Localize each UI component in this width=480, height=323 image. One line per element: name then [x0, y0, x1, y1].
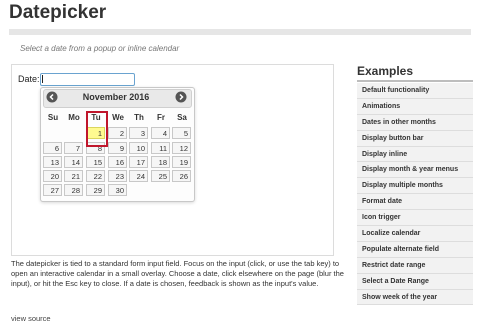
calendar-day[interactable]: 11 — [151, 142, 170, 154]
example-item[interactable]: Format date — [357, 194, 473, 211]
calendar-day[interactable]: 2 — [108, 127, 127, 139]
example-item[interactable]: Restrict date range — [357, 257, 473, 274]
page-title: Datepicker — [9, 2, 107, 23]
month-year-label: November 2016 — [82, 92, 150, 102]
next-month-button[interactable] — [175, 91, 187, 103]
calendar-day[interactable]: 16 — [108, 156, 127, 168]
example-item[interactable]: Animations — [357, 98, 473, 115]
example-item[interactable]: Populate alternate field — [357, 241, 473, 258]
calendar-day[interactable]: 26 — [172, 170, 191, 182]
calendar-day[interactable]: 21 — [64, 170, 83, 182]
weekday-sa: Sa — [177, 113, 187, 122]
calendar-day[interactable]: 25 — [151, 170, 170, 182]
calendar-day[interactable]: 27 — [43, 184, 62, 196]
calendar-day[interactable]: 15 — [86, 156, 105, 168]
page-subtitle: Select a date from a popup or inline cal… — [20, 44, 180, 53]
calendar-day[interactable]: 10 — [129, 142, 148, 154]
calendar-day[interactable]: 19 — [172, 156, 191, 168]
weekday-su: Su — [47, 113, 59, 122]
calendar-day[interactable]: 14 — [64, 156, 83, 168]
example-item[interactable]: Display month & year menus — [357, 162, 473, 179]
weekday-th: Th — [134, 113, 144, 122]
examples-list: Default functionality Animations Dates i… — [357, 83, 473, 306]
date-label: Date: — [18, 74, 40, 84]
calendar-day[interactable]: 3 — [129, 127, 148, 139]
calendar-day[interactable]: 9 — [108, 142, 127, 154]
calendar-day[interactable]: 5 — [172, 127, 191, 139]
examples-divider — [357, 80, 473, 82]
view-source-link[interactable]: view source — [11, 314, 51, 323]
date-input[interactable] — [40, 73, 135, 86]
example-item[interactable]: Localize calendar — [357, 226, 473, 242]
calendar-day[interactable]: 28 — [64, 184, 83, 196]
weekday-mo: Mo — [68, 113, 80, 122]
example-item[interactable]: Default functionality — [357, 83, 473, 99]
weekday-fr: Fr — [157, 113, 165, 122]
calendar-day[interactable]: 30 — [108, 184, 127, 196]
title-divider — [9, 29, 471, 35]
text-caret — [42, 75, 43, 83]
next-arrow-icon — [175, 91, 187, 103]
calendar-day[interactable]: 4 — [151, 127, 170, 139]
calendar-day[interactable]: 24 — [129, 170, 148, 182]
calendar-day[interactable]: 23 — [108, 170, 127, 182]
calendar-day[interactable]: 12 — [172, 142, 191, 154]
example-item[interactable]: Show week of the year — [357, 289, 473, 306]
calendar-day[interactable]: 20 — [43, 170, 62, 182]
example-item[interactable]: Display inline — [357, 146, 473, 163]
calendar-day[interactable]: 18 — [151, 156, 170, 168]
calendar-day[interactable]: 7 — [64, 142, 83, 154]
examples-title: Examples — [357, 64, 414, 78]
calendar-day[interactable]: 29 — [86, 184, 105, 196]
calendar-day[interactable]: 22 — [86, 170, 105, 182]
tuesday-highlight-box — [86, 111, 108, 147]
calendar-day[interactable]: 17 — [129, 156, 148, 168]
example-item[interactable]: Display multiple months — [357, 178, 473, 195]
example-item[interactable]: Display button bar — [357, 130, 473, 147]
calendar-day[interactable]: 13 — [43, 156, 62, 168]
description-text: The datepicker is tied to a standard for… — [11, 259, 344, 288]
calendar-day[interactable]: 6 — [43, 142, 62, 154]
weekday-we: We — [112, 113, 124, 122]
example-item[interactable]: Icon trigger — [357, 210, 473, 227]
prev-arrow-icon — [46, 91, 58, 103]
prev-month-button[interactable] — [46, 91, 58, 103]
example-item[interactable]: Dates in other months — [357, 114, 473, 131]
example-item[interactable]: Select a Date Range — [357, 273, 473, 290]
